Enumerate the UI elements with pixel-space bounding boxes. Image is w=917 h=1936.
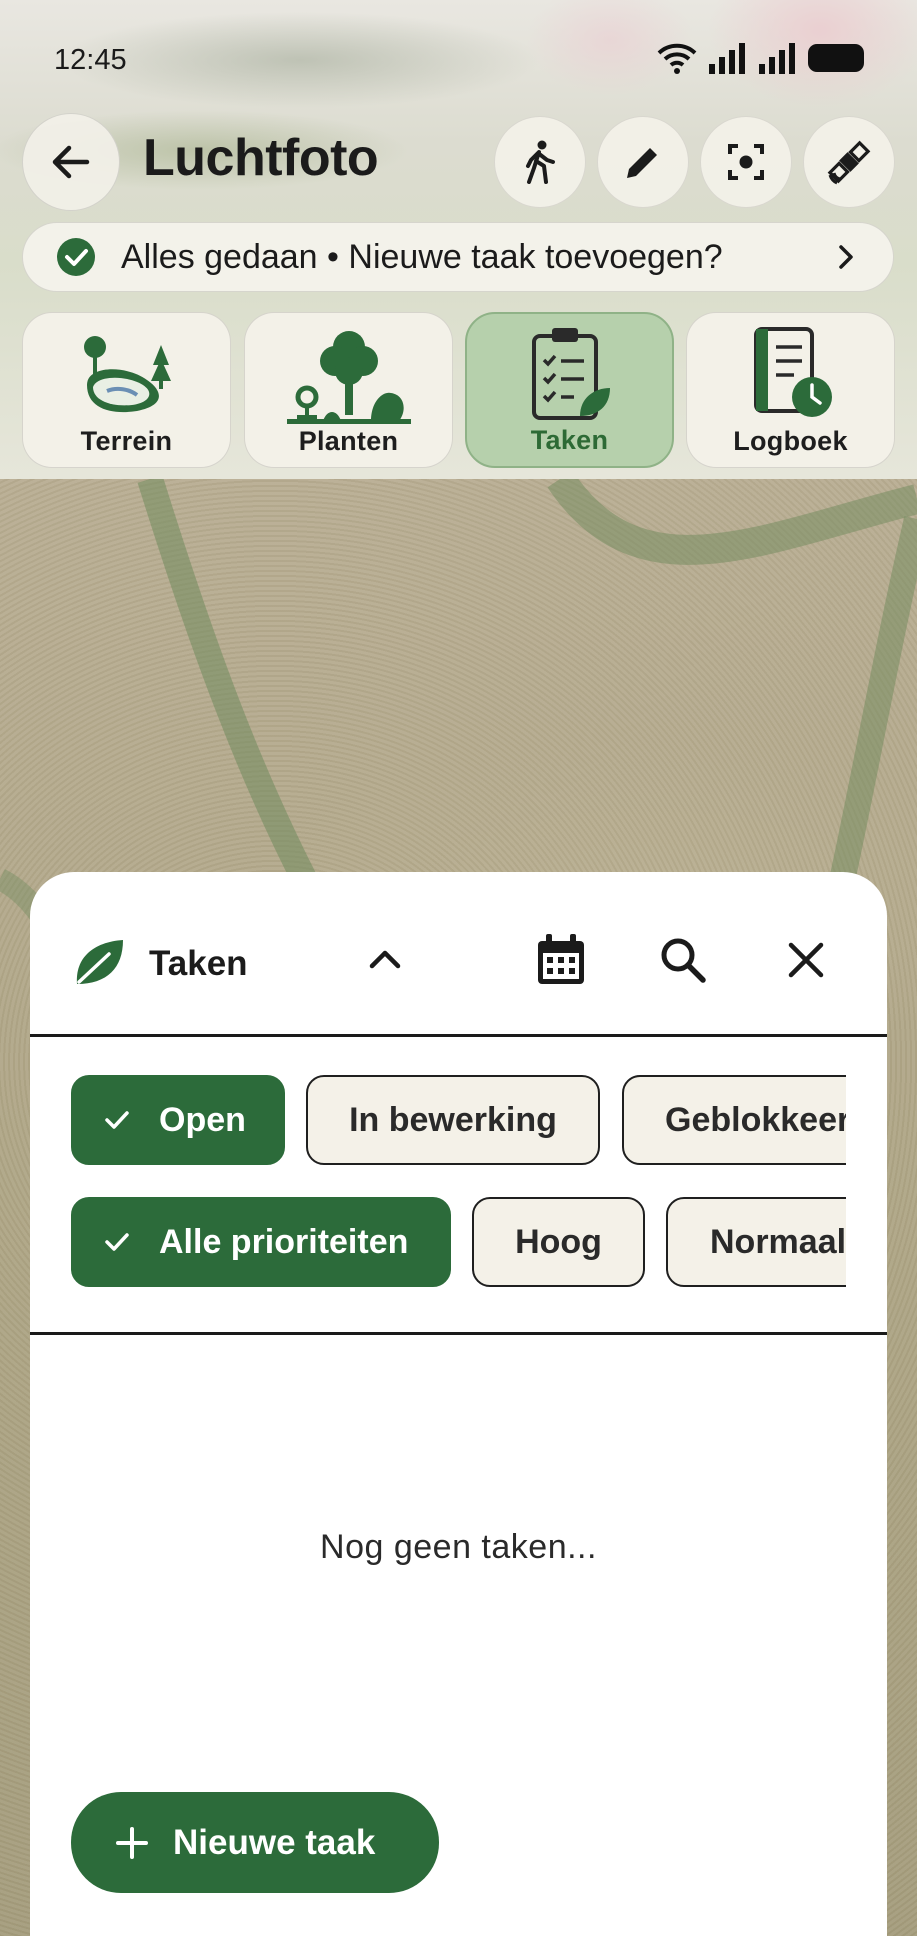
status-bar: 12:45 (0, 0, 917, 110)
pencil-icon (627, 148, 657, 178)
chip-label: Normaal (710, 1222, 846, 1261)
tile-label: Terrein (80, 426, 173, 456)
focus-button[interactable] (700, 116, 792, 208)
walk-mode-button[interactable] (494, 116, 586, 208)
chip-label: Alle prioriteiten (159, 1222, 409, 1261)
clipboard-icon (531, 328, 610, 420)
divider (30, 1034, 887, 1037)
tile-taken[interactable]: Taken (465, 312, 674, 468)
banner-text: Alles gedaan • Nieuwe taak toevoegen? (121, 237, 723, 276)
wifi-icon (657, 43, 697, 74)
filter-chip-in-bewerking[interactable]: In bewerking (306, 1075, 600, 1165)
chip-label: Open (159, 1100, 246, 1139)
walk-icon (526, 140, 555, 184)
tile-label: Logboek (733, 426, 848, 456)
logbook-icon (753, 327, 832, 417)
chevron-up-icon (369, 950, 401, 969)
tile-planten[interactable]: Planten (244, 312, 453, 468)
status-icons (657, 42, 865, 74)
chip-label: In bewerking (349, 1100, 557, 1139)
calendar-button[interactable] (533, 932, 589, 988)
filter-chip-geblokkeerd[interactable]: Geblokkeer (622, 1075, 846, 1165)
sheet-header: Taken (30, 872, 887, 1036)
empty-state-text: Nog geen taken... (320, 1528, 597, 1566)
back-button[interactable] (22, 113, 120, 211)
signal-icon (709, 43, 745, 74)
arrow-left-icon (52, 145, 90, 179)
check-circle-icon (57, 238, 95, 276)
check-icon (105, 1111, 129, 1129)
filter-chip-alle-prioriteiten[interactable]: Alle prioriteiten (71, 1197, 451, 1287)
new-task-label: Nieuwe taak (173, 1822, 376, 1862)
satellite-button[interactable] (803, 116, 895, 208)
search-button[interactable] (655, 932, 711, 988)
collapse-button[interactable] (360, 934, 410, 984)
satellite-icon (827, 140, 871, 185)
status-time: 12:45 (54, 44, 127, 76)
calendar-icon (538, 934, 584, 984)
close-icon (788, 942, 824, 978)
status-filter-row: Open In bewerking Geblokkeer (71, 1075, 846, 1165)
tile-label: Planten (298, 426, 399, 456)
plants-icon (286, 331, 411, 424)
filter-chip-normaal[interactable]: Normaal (666, 1197, 846, 1287)
terrain-icon (83, 336, 171, 413)
plus-icon (116, 1826, 148, 1859)
leaf-icon (76, 940, 123, 984)
check-icon (105, 1233, 129, 1251)
tasks-sheet: Taken Open In bewerking Geblokkeer Alle … (30, 872, 887, 1936)
sheet-title: Taken (149, 944, 248, 983)
tile-terrein[interactable]: Terrein (22, 312, 231, 468)
tile-label: Taken (530, 425, 609, 455)
focus-icon (728, 144, 764, 180)
page-title: Luchtfoto (143, 129, 379, 187)
signal-icon (759, 43, 795, 74)
new-task-banner[interactable]: Alles gedaan • Nieuwe taak toevoegen? (22, 222, 894, 292)
close-button[interactable] (778, 932, 834, 988)
chip-label: Hoog (515, 1222, 602, 1261)
new-task-button[interactable]: Nieuwe taak (71, 1792, 439, 1893)
chip-label: Geblokkeer (665, 1100, 846, 1139)
battery-icon (808, 44, 864, 72)
chevron-right-icon (839, 245, 853, 269)
filter-chip-hoog[interactable]: Hoog (472, 1197, 645, 1287)
priority-filter-row: Alle prioriteiten Hoog Normaal (71, 1197, 846, 1287)
tile-logboek[interactable]: Logboek (686, 312, 895, 468)
edit-button[interactable] (597, 116, 689, 208)
search-icon (661, 938, 706, 983)
filter-chip-open[interactable]: Open (71, 1075, 285, 1165)
divider (30, 1332, 887, 1335)
